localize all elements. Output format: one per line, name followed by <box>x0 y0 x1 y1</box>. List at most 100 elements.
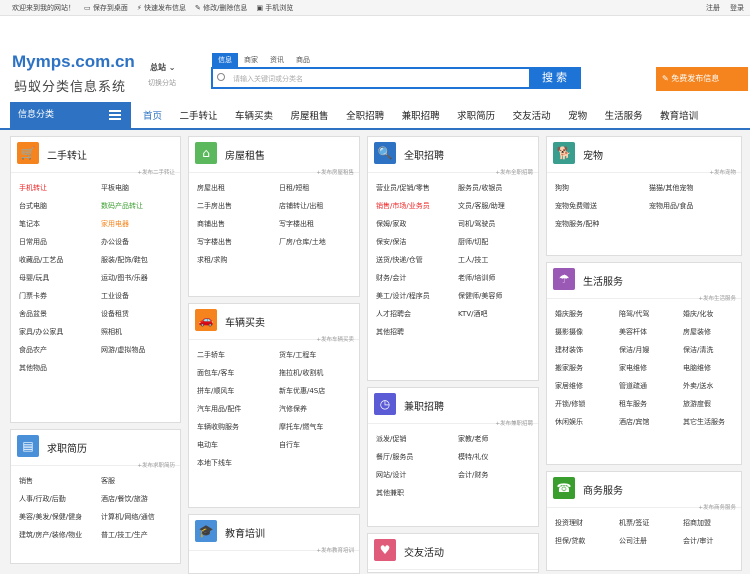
category-link[interactable]: 本地下线车 <box>197 458 279 468</box>
category-link[interactable]: 厂房/仓库/土地 <box>279 237 361 247</box>
category-link[interactable]: 人事/行政/后勤 <box>19 494 101 504</box>
category-link[interactable]: 货车/工程车 <box>279 350 361 360</box>
category-link[interactable]: 营业员/促销/零售 <box>376 183 458 193</box>
panel-title[interactable]: 房屋租售 <box>225 147 265 162</box>
nav-home[interactable]: 首页 <box>143 108 163 130</box>
category-link[interactable]: 建材装饰 <box>555 345 619 355</box>
search-tab-merchant[interactable]: 商家 <box>238 53 264 67</box>
category-link[interactable]: 投资理财 <box>555 518 619 528</box>
post-link[interactable]: +发布全职招聘 <box>495 168 533 176</box>
nav-quanzhi[interactable]: 全职招聘 <box>346 108 384 130</box>
category-link[interactable]: 运动/图书/乐器 <box>101 273 183 283</box>
category-link[interactable]: 销售 <box>19 476 101 486</box>
category-link[interactable]: 网站/设计 <box>376 470 458 480</box>
category-link[interactable]: 司机/驾驶员 <box>458 219 540 229</box>
category-link[interactable]: 电脑维修 <box>683 363 747 373</box>
nav-shenghuo[interactable]: 生活服务 <box>605 108 643 130</box>
category-link[interactable]: 写字楼出租 <box>279 219 361 229</box>
nav-chongwu[interactable]: 宠物 <box>568 108 587 130</box>
nav-cheliang[interactable]: 车辆买卖 <box>235 108 273 130</box>
post-link[interactable]: +发布房屋租售 <box>316 168 354 176</box>
category-link[interactable]: 求租/求购 <box>197 255 279 265</box>
category-link[interactable]: 美容杆体 <box>619 327 683 337</box>
panel-title[interactable]: 求职简历 <box>47 440 87 455</box>
category-link[interactable]: 网游/虚拟物品 <box>101 345 183 355</box>
post-link[interactable]: +发布生活服务 <box>698 294 736 302</box>
category-link[interactable]: 搬家服务 <box>555 363 619 373</box>
category-link[interactable]: 二手轿车 <box>197 350 279 360</box>
category-link[interactable]: 拖拉机/收割机 <box>279 368 361 378</box>
category-link[interactable]: 建筑/房产/装修/物业 <box>19 530 101 540</box>
nav-qiuzhi[interactable]: 求职简历 <box>457 108 495 130</box>
category-link[interactable]: 家用电器 <box>101 219 183 229</box>
city-select[interactable]: 总站 ⌄ <box>150 62 176 73</box>
category-link[interactable]: 计算机/网络/通信 <box>101 512 183 522</box>
nav-fangwu[interactable]: 房屋租售 <box>291 108 329 130</box>
category-link[interactable]: 拼车/顺风车 <box>197 386 279 396</box>
category-link[interactable]: 房屋装修 <box>683 327 747 337</box>
category-link[interactable]: 酒店/餐饮/旅游 <box>101 494 183 504</box>
category-link[interactable]: 婚庆/化妆 <box>683 309 747 319</box>
category-link[interactable]: 笔记本 <box>19 219 101 229</box>
post-link[interactable]: +发布求职简历 <box>137 461 175 469</box>
category-link[interactable]: 财务/会计 <box>376 273 458 283</box>
category-link[interactable]: 保健师/美容师 <box>458 291 540 301</box>
category-link[interactable]: 数码产品转让 <box>101 201 183 211</box>
category-link[interactable]: 写字楼出售 <box>197 237 279 247</box>
panel-title[interactable]: 交友活动 <box>404 544 444 559</box>
category-link[interactable]: 派发/促销 <box>376 434 458 444</box>
category-link[interactable]: KTV/酒吧 <box>458 309 540 319</box>
category-link[interactable]: 公司注册 <box>619 536 683 546</box>
category-link[interactable]: 汽修保养 <box>279 404 361 414</box>
category-link[interactable]: 摩托车/燃气车 <box>279 422 361 432</box>
post-link[interactable]: +发布二手转让 <box>137 168 175 176</box>
category-link[interactable]: 日租/短租 <box>279 183 361 193</box>
category-link[interactable]: 其他招聘 <box>376 327 458 337</box>
city-switch-link[interactable]: 切换分站 <box>148 78 176 88</box>
category-link[interactable]: 其他物品 <box>19 363 101 373</box>
category-link[interactable]: 舍品盆景 <box>19 309 101 319</box>
category-link[interactable]: 食品农产 <box>19 345 101 355</box>
panel-title[interactable]: 全职招聘 <box>404 147 444 162</box>
post-free-button[interactable]: ✎ 免费发布信息 <box>656 67 748 91</box>
nav-jiaoyou[interactable]: 交友活动 <box>513 108 551 130</box>
quick-post-link[interactable]: ⚡ 快速发布信息 <box>137 3 186 13</box>
category-link[interactable]: 服务员/收银员 <box>458 183 540 193</box>
category-link[interactable]: 日常用品 <box>19 237 101 247</box>
mobile-link[interactable]: ▣ 手机浏览 <box>256 3 293 13</box>
category-link[interactable]: 客服 <box>101 476 183 486</box>
category-link[interactable]: 猫猫/其他宠物 <box>649 183 743 193</box>
nav-ershou[interactable]: 二手转让 <box>180 108 218 130</box>
category-link[interactable]: 狗狗 <box>555 183 649 193</box>
search-tab-info[interactable]: 信息 <box>212 53 238 67</box>
category-link[interactable]: 自行车 <box>279 440 361 450</box>
category-link[interactable]: 旅游度假 <box>683 399 747 409</box>
category-link[interactable]: 二手房出售 <box>197 201 279 211</box>
category-link[interactable]: 摄影摄像 <box>555 327 619 337</box>
category-link[interactable]: 家居维修 <box>555 381 619 391</box>
category-link[interactable]: 销售/市场/业务员 <box>376 201 458 211</box>
category-link[interactable]: 收藏品/工艺品 <box>19 255 101 265</box>
nav-jianzhi[interactable]: 兼职招聘 <box>402 108 440 130</box>
category-link[interactable]: 保洁/清洗 <box>683 345 747 355</box>
search-tab-goods[interactable]: 商品 <box>290 53 316 67</box>
panel-title[interactable]: 二手转让 <box>47 147 87 162</box>
category-link[interactable]: 家具/办公家具 <box>19 327 101 337</box>
category-link[interactable]: 婚庆服务 <box>555 309 619 319</box>
category-link[interactable]: 工人/技工 <box>458 255 540 265</box>
category-link[interactable]: 酒店/宾馆 <box>619 417 683 427</box>
category-link[interactable]: 休闲娱乐 <box>555 417 619 427</box>
edit-info-link[interactable]: ✎ 修改/删除信息 <box>195 3 247 13</box>
category-link[interactable]: 商铺出售 <box>197 219 279 229</box>
logo[interactable]: Mymps.com.cn <box>12 52 135 72</box>
panel-title[interactable]: 生活服务 <box>583 273 623 288</box>
category-link[interactable]: 陪驾/代驾 <box>619 309 683 319</box>
register-link[interactable]: 注册 <box>706 3 720 13</box>
category-link[interactable]: 管道疏通 <box>619 381 683 391</box>
category-link[interactable]: 门票卡券 <box>19 291 101 301</box>
panel-title[interactable]: 教育培训 <box>225 525 265 540</box>
category-link[interactable]: 宠物用品/食品 <box>649 201 743 211</box>
category-link[interactable]: 模特/礼仪 <box>458 452 540 462</box>
search-input[interactable]: 请输入关键词或分类名 <box>211 67 531 89</box>
panel-title[interactable]: 兼职招聘 <box>404 398 444 413</box>
